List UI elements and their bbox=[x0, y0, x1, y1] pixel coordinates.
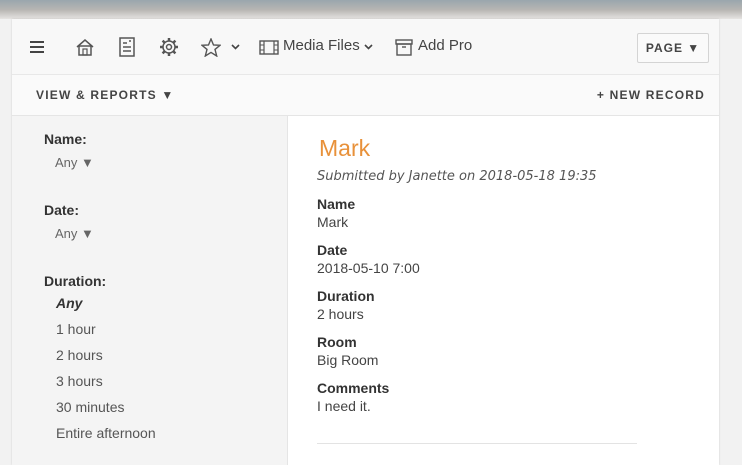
new-record-button[interactable]: + NEW RECORD bbox=[597, 88, 705, 102]
chevron-down-icon[interactable] bbox=[226, 36, 244, 58]
field-value: Big Room bbox=[317, 352, 379, 368]
home-icon[interactable] bbox=[74, 36, 96, 58]
record-detail: Mark Submitted by Janette on 2018-05-18 … bbox=[288, 116, 719, 465]
page-button[interactable]: PAGE ▼ bbox=[637, 33, 709, 63]
record-title[interactable]: Mark bbox=[319, 135, 370, 162]
duration-option-30-minutes[interactable]: 30 minutes bbox=[56, 399, 124, 415]
filter-duration-label: Duration: bbox=[44, 273, 107, 289]
field-value: I need it. bbox=[317, 398, 371, 414]
field-value: Mark bbox=[317, 214, 349, 230]
field-value: 2 hours bbox=[317, 306, 364, 322]
form-icon[interactable] bbox=[116, 36, 138, 58]
filter-date-label: Date: bbox=[44, 202, 80, 218]
field-label: Comments bbox=[317, 380, 390, 396]
duration-option-entire-afternoon[interactable]: Entire afternoon bbox=[56, 425, 156, 441]
add-pro-link[interactable]: Add Pro bbox=[418, 37, 472, 54]
media-files-menu[interactable]: Media Files bbox=[283, 37, 373, 54]
filter-date-dropdown[interactable]: Any ▼ bbox=[55, 226, 94, 241]
field-label: Name bbox=[317, 196, 356, 212]
duration-option-2-hours[interactable]: 2 hours bbox=[56, 347, 103, 363]
filter-name-dropdown[interactable]: Any ▼ bbox=[55, 155, 94, 170]
duration-option-3-hours[interactable]: 3 hours bbox=[56, 373, 103, 389]
divider bbox=[317, 443, 637, 444]
menu-icon[interactable] bbox=[26, 36, 48, 58]
film-icon[interactable] bbox=[259, 36, 279, 58]
star-icon[interactable] bbox=[200, 36, 222, 58]
gear-icon[interactable] bbox=[158, 36, 180, 58]
sub-toolbar: VIEW & REPORTS ▼ + NEW RECORD bbox=[12, 75, 719, 116]
field-label: Room bbox=[317, 334, 357, 350]
filter-sidebar: Name: Any ▼ Date: Any ▼ Duration: Any 1 … bbox=[12, 116, 288, 465]
field-label: Date bbox=[317, 242, 348, 258]
field-label: Duration bbox=[317, 288, 375, 304]
duration-option-1-hour[interactable]: 1 hour bbox=[56, 321, 96, 337]
archive-icon[interactable] bbox=[394, 36, 414, 58]
duration-option-any[interactable]: Any bbox=[56, 295, 82, 311]
chevron-down-icon bbox=[364, 44, 373, 50]
filter-name-label: Name: bbox=[44, 131, 87, 147]
app-window: Media Files Add Pro PAGE ▼ VIEW & REPORT… bbox=[12, 19, 719, 465]
view-reports-dropdown[interactable]: VIEW & REPORTS ▼ bbox=[36, 88, 174, 102]
record-submitted-info: Submitted by Janette on 2018-05-18 19:35 bbox=[317, 169, 597, 184]
toolbar: Media Files Add Pro PAGE ▼ bbox=[12, 19, 719, 75]
field-value: 2018-05-10 7:00 bbox=[317, 260, 420, 276]
media-files-label: Media Files bbox=[283, 37, 360, 54]
